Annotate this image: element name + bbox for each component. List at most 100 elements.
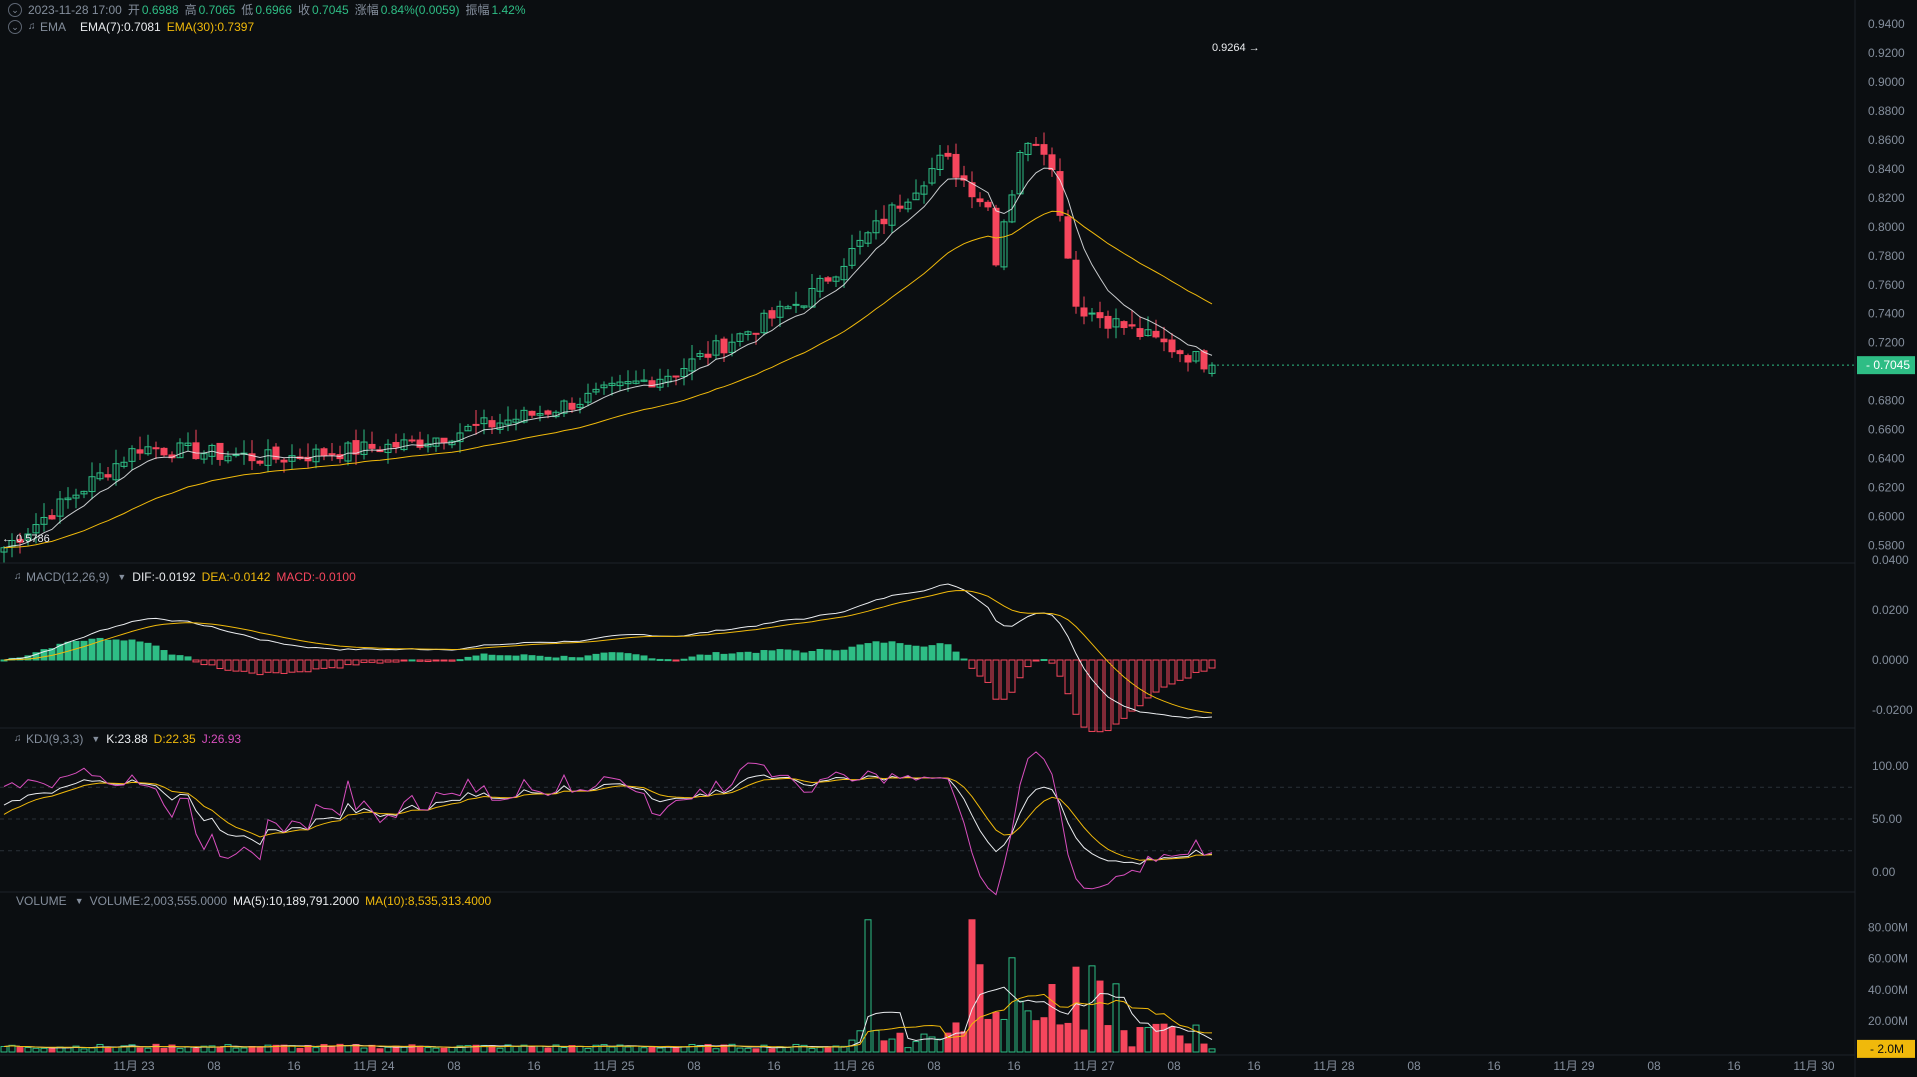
macd-histogram-bar (352, 659, 360, 666)
macd-tick-label: 0.0400 (1872, 553, 1909, 567)
kdj-bell-icon[interactable]: ♫ (14, 734, 24, 744)
volume-tick-label: 60.00M (1868, 952, 1908, 966)
macd-histogram-bar (944, 644, 952, 661)
macd-histogram-bar (144, 642, 152, 661)
volume-bar (344, 1045, 352, 1053)
volume-bar (1024, 1010, 1032, 1053)
macd-histogram-bar (424, 659, 432, 663)
bell-icon[interactable]: ♫ (28, 22, 38, 32)
volume-ma5: MA(5):10,189,791.2000 (233, 894, 360, 908)
ema-name[interactable]: EMA (40, 17, 66, 37)
macd-histogram-bar (376, 659, 384, 664)
macd-histogram-bar (336, 659, 344, 669)
collapse-toggle-icon[interactable]: ⌄ (8, 3, 22, 17)
time-tick-label: 16 (1727, 1059, 1741, 1073)
volume-bar (432, 1047, 440, 1053)
volume-bar (512, 1046, 520, 1053)
volume-bar (192, 1047, 200, 1053)
candle-body (160, 447, 168, 456)
macd-histogram-bar (656, 658, 664, 661)
candle-body (824, 277, 832, 282)
volume-bar (1192, 1024, 1200, 1053)
macd-histogram-bar (856, 644, 864, 661)
volume-bar (992, 1011, 1000, 1053)
price-tick-label: 0.8600 (1868, 133, 1905, 147)
macd-histogram-bar (456, 659, 464, 662)
price-tick-label: 0.8800 (1868, 104, 1905, 118)
macd-histogram-bar (256, 659, 264, 676)
volume-bar (784, 1047, 792, 1053)
time-tick-label: 11月 27 (1073, 1059, 1114, 1073)
volume-bar (896, 1032, 904, 1053)
candle-body (648, 380, 656, 388)
volume-bar (296, 1047, 304, 1053)
volume-bar (24, 1047, 32, 1053)
candle-body (1168, 339, 1176, 353)
macd-panel (0, 583, 1216, 733)
macd-histogram-bar (408, 659, 416, 662)
macd-histogram-bar (880, 642, 888, 661)
volume-tick-label: 80.00M (1868, 921, 1908, 935)
kdj-dropdown-icon[interactable]: ▼ (91, 729, 100, 749)
macd-histogram-bar (936, 643, 944, 661)
macd-histogram-bar (128, 639, 136, 661)
price-tick-label: 0.9200 (1868, 46, 1905, 60)
candle-body (1040, 144, 1048, 155)
macd-histogram-bar (576, 657, 584, 661)
amplitude-label: 振幅 (465, 3, 490, 17)
macd-legend: ♫ MACD(12,26,9) ▼ DIF:-0.0192 DEA:-0.014… (14, 567, 356, 587)
macd-histogram-bar (568, 657, 576, 661)
candle-body (672, 375, 680, 378)
macd-histogram-bar (384, 659, 392, 663)
macd-histogram-bar (88, 638, 96, 661)
candle-body (328, 453, 336, 456)
volume-bar (1200, 1043, 1208, 1053)
candle-body (1104, 315, 1112, 329)
volume-legend: VOLUME ▼ VOLUME:2,003,555.0000 MA(5):10,… (16, 891, 491, 911)
macd-histogram-bar (504, 655, 512, 661)
time-tick-label: 08 (927, 1059, 941, 1073)
volume-dropdown-icon[interactable]: ▼ (75, 891, 84, 911)
candle-body (1120, 321, 1128, 329)
price-tick-label: 0.8000 (1868, 220, 1905, 234)
candle-body (1136, 328, 1144, 338)
macd-histogram-bar (328, 659, 336, 669)
time-tick-label: 16 (767, 1059, 781, 1073)
macd-histogram-bar (168, 654, 176, 661)
candle-body (568, 402, 576, 410)
macd-histogram-bar (888, 641, 896, 661)
volume-bar (808, 1047, 816, 1053)
macd-bell-icon[interactable]: ♫ (14, 572, 24, 582)
macd-name[interactable]: MACD(12,26,9) (26, 567, 109, 587)
candle-body (944, 152, 952, 157)
volume-bar (224, 1044, 232, 1053)
axes: 0.9400 0.9200 0.9000 0.8800 0.8600 0.8400 0.82… (113, 17, 1915, 1073)
price-tick-label: 0.7600 (1868, 278, 1905, 292)
macd-histogram-bar (392, 659, 400, 663)
volume-name[interactable]: VOLUME (16, 891, 67, 911)
macd-histogram-bar (320, 659, 328, 669)
macd-histogram-bar (976, 659, 984, 677)
candle-body (1048, 154, 1056, 171)
volume-bar (736, 1047, 744, 1053)
macd-histogram-bar (728, 653, 736, 661)
volume-bar (960, 1031, 968, 1053)
volume-bar (872, 1030, 880, 1053)
volume-bar (1120, 1030, 1128, 1053)
price-tick-label: 0.7200 (1868, 336, 1905, 350)
volume-bar (528, 1046, 536, 1053)
candle-body (104, 474, 112, 478)
macd-histogram-bar (824, 649, 832, 661)
macd-histogram-bar (1208, 659, 1216, 669)
macd-histogram-bar (112, 639, 120, 661)
volume-bar (376, 1048, 384, 1053)
macd-histogram-bar (1152, 659, 1160, 693)
macd-histogram-bar (816, 648, 824, 661)
collapse-indicator-icon[interactable]: ⌄ (8, 20, 22, 34)
volume-bar (624, 1046, 632, 1053)
volume-bar (656, 1047, 664, 1053)
kdj-name[interactable]: KDJ(9,3,3) (26, 729, 83, 749)
candle-body (720, 338, 728, 354)
chart-canvas[interactable]: 0.9264 → ← 0.5786 0.9400 0.9200 0.9000 0.880… (0, 0, 1917, 1077)
macd-dropdown-icon[interactable]: ▼ (117, 567, 126, 587)
